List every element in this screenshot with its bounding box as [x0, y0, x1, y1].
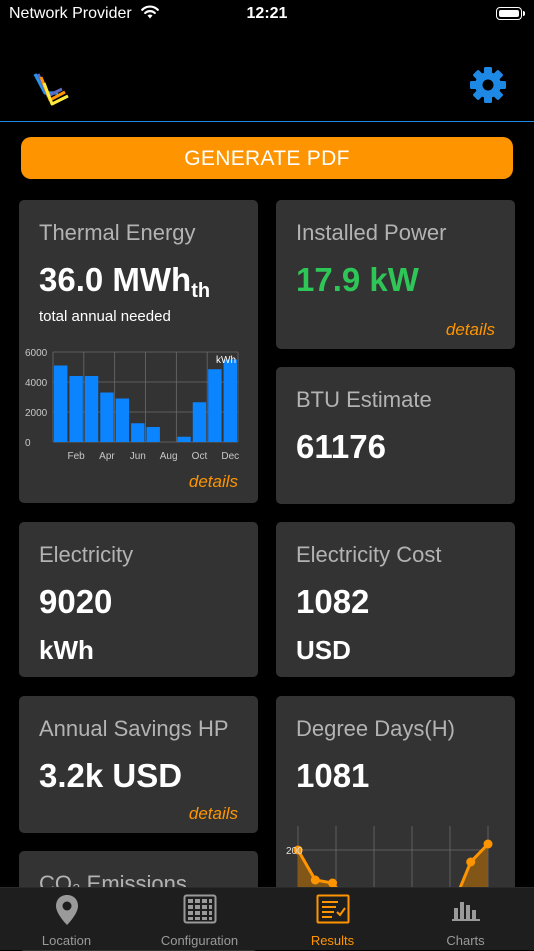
solar-panel-icon	[133, 894, 266, 929]
battery-icon	[496, 7, 525, 20]
thermal-bar-apr	[100, 392, 114, 442]
tab-results-label: Results	[310, 933, 355, 948]
thermal-unit-label: kWh	[216, 355, 236, 366]
thermal-y-tick-2: 4000	[25, 378, 48, 389]
bar-chart-icon	[399, 894, 532, 929]
electricity-title: Electricity	[39, 542, 134, 567]
annual-savings-card: Annual Savings HP 3.2k USD details	[19, 696, 258, 833]
thermal-energy-title: Thermal Energy	[39, 220, 196, 245]
electricity-value: 9020	[39, 583, 113, 620]
thermal-bar-jul	[146, 427, 160, 442]
electricity-unit: kWh	[39, 635, 94, 665]
tab-charts-label: Charts	[446, 933, 485, 948]
thermal-bar-mar	[84, 376, 99, 442]
thermal-bar-nov	[208, 369, 222, 442]
thermal-bar-oct	[192, 402, 207, 442]
thermal-y-tick-3: 6000	[25, 348, 48, 359]
degree-days-point-12	[483, 839, 493, 849]
degree-days-point-2	[310, 875, 320, 885]
gear-icon[interactable]	[469, 66, 507, 109]
thermal-bar-feb	[69, 376, 83, 442]
thermal-energy-card: Thermal Energy 36.0 MWhth total annual n…	[19, 200, 258, 503]
thermal-bar-dec	[223, 359, 237, 442]
btu-estimate-title: BTU Estimate	[296, 387, 432, 412]
btu-estimate-value: 61176	[296, 428, 386, 465]
installed-power-value: 17.9 kW	[296, 261, 419, 298]
degree-days-value: 1081	[296, 757, 370, 794]
thermal-energy-bar-chart: 0 2000 4000 6000 kWh Feb Apr Jun Aug Oct Dec	[25, 348, 239, 462]
map-pin-icon	[0, 894, 133, 931]
thermal-x-tick-oct: Oct	[192, 451, 208, 462]
degree-days-point-11	[466, 857, 476, 867]
tab-location-label: Location	[41, 933, 92, 948]
degree-days-area-chart: 200	[286, 826, 493, 896]
degree-days-card: Degree Days(H) 1081 200	[276, 696, 515, 896]
thermal-bar-jan	[54, 365, 68, 442]
installed-power-details-link[interactable]: details	[446, 320, 495, 340]
generate-pdf-button[interactable]: GENERATE PDF	[21, 137, 513, 179]
clipboard-list-icon	[266, 894, 399, 929]
thermal-x-tick-feb: Feb	[68, 451, 86, 462]
thermal-y-tick-1: 2000	[25, 408, 48, 419]
annual-savings-details-link[interactable]: details	[189, 804, 238, 824]
annual-savings-title: Annual Savings HP	[39, 716, 229, 741]
thermal-energy-value: 36.0 MWhth	[39, 261, 211, 302]
electricity-cost-value: 1082	[296, 583, 370, 620]
nav-header	[0, 55, 534, 122]
tab-charts[interactable]: Charts	[399, 888, 532, 951]
electricity-cost-title: Electricity Cost	[296, 542, 442, 567]
electricity-card: Electricity 9020 kWh	[19, 522, 258, 677]
degree-days-title: Degree Days(H)	[296, 716, 455, 741]
thermal-x-tick-dec: Dec	[221, 451, 239, 462]
thermal-bar-sep	[177, 436, 191, 442]
thermal-energy-subscript: th	[191, 280, 211, 302]
btu-estimate-card: BTU Estimate 61176	[276, 367, 515, 504]
clock-time: 12:21	[246, 5, 288, 22]
thermal-x-tick-jun: Jun	[130, 451, 146, 462]
degree-y-tick-0: 200	[286, 846, 303, 857]
annual-savings-value: 3.2k USD	[39, 757, 183, 794]
tab-location[interactable]: Location	[0, 888, 133, 951]
electricity-cost-card: Electricity Cost 1082 USD	[276, 522, 515, 677]
thermal-energy-details-link[interactable]: details	[189, 472, 238, 492]
thermal-x-tick-apr: Apr	[99, 451, 115, 462]
thermal-x-tick-aug: Aug	[160, 451, 178, 462]
tab-configuration[interactable]: Configuration	[133, 888, 266, 951]
installed-power-card: Installed Power 17.9 kW details	[276, 200, 515, 349]
tab-results[interactable]: Results	[266, 888, 399, 951]
thermal-energy-subtitle: total annual needed	[39, 308, 171, 325]
electricity-cost-unit: USD	[296, 635, 351, 665]
app-logo-icon	[32, 71, 72, 116]
installed-power-title: Installed Power	[296, 220, 447, 245]
tab-bar: Location Configuration Results Charts	[0, 887, 534, 950]
tab-configuration-label: Configuration	[160, 933, 239, 948]
thermal-y-tick-0: 0	[25, 438, 31, 449]
status-bar: Network Provider 12:21	[0, 0, 534, 30]
thermal-bar-may	[115, 398, 130, 442]
thermal-bar-jun	[131, 423, 145, 442]
